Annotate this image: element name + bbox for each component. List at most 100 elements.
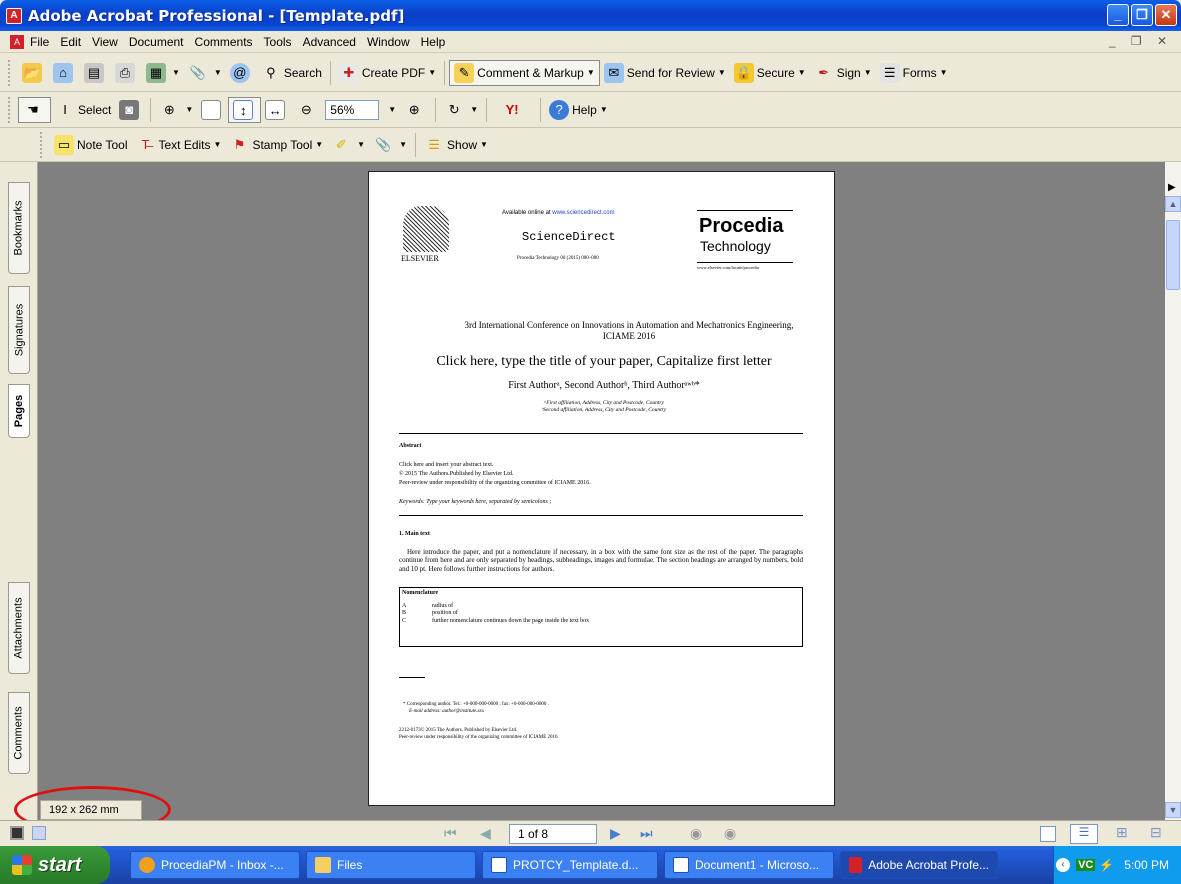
pages-button[interactable]: ▦ ▼ xyxy=(142,60,184,86)
separator xyxy=(150,97,152,122)
create-pdf-button[interactable]: ✚ Create PDF ▼ xyxy=(335,60,440,86)
menu-advanced[interactable]: Advanced xyxy=(303,35,356,49)
last-page-icon[interactable]: ⏭ xyxy=(640,825,653,843)
attach-file-button[interactable]: 📎 ▼ xyxy=(369,132,411,158)
mail-icon xyxy=(139,857,155,873)
page-view-icon[interactable] xyxy=(32,826,46,840)
sciencedirect-link[interactable]: www.sciencedirect.com xyxy=(552,210,614,216)
affiliation-2: ᵇSecond affiliation, Address, City and P… xyxy=(541,407,667,413)
open-button[interactable]: 📂 xyxy=(18,60,49,86)
pane-arrow-icon[interactable]: ▶ xyxy=(1168,182,1176,193)
scroll-up-button[interactable]: ▲ xyxy=(1165,196,1181,212)
organizer-button[interactable]: ⌂ xyxy=(49,60,80,86)
separator xyxy=(486,97,488,122)
snapshot-button[interactable]: ◙ xyxy=(115,97,146,123)
print-button[interactable]: ⎙ xyxy=(111,60,142,86)
nom-symbol: C xyxy=(402,617,407,624)
tab-bookmarks[interactable]: Bookmarks xyxy=(8,182,30,274)
toolbar-grip[interactable] xyxy=(40,131,44,158)
continuous-icon[interactable]: ☰ xyxy=(1070,824,1098,844)
network-icon[interactable]: ⚡ xyxy=(1099,858,1114,872)
scroll-thumb[interactable] xyxy=(1166,220,1180,290)
forms-label: Forms xyxy=(902,65,937,80)
next-page-icon[interactable]: ▶ xyxy=(610,825,621,843)
stamp-tool-button[interactable]: ⚑ Stamp Tool ▼ xyxy=(225,132,327,158)
pdf-page[interactable]: ELSEVIER Available online at www.science… xyxy=(368,171,835,806)
copyright: © 2015 The Authors.Published by Elsevier… xyxy=(399,471,514,477)
forms-button[interactable]: ☰ Forms ▼ xyxy=(876,60,952,86)
zoom-level-input[interactable]: 56% xyxy=(325,99,380,120)
zoom-in-button[interactable]: ⊕ xyxy=(400,97,431,123)
task-label: Adobe Acrobat Profe... xyxy=(868,858,989,872)
fit-page-button[interactable]: ↕ xyxy=(228,96,262,123)
comment-markup-button[interactable]: ✎ Comment & Markup ▼ xyxy=(449,59,600,86)
search-button[interactable]: ⚲ Search xyxy=(257,60,326,86)
next-view-icon[interactable]: ◉ xyxy=(724,825,736,843)
pages-label: Pages xyxy=(13,394,26,428)
send-review-button[interactable]: ✉ Send for Review ▼ xyxy=(600,60,730,86)
sign-button[interactable]: ✒ Sign ▼ xyxy=(810,60,876,86)
minimize-button[interactable]: _ xyxy=(1107,4,1129,26)
menu-document[interactable]: Document xyxy=(129,35,184,49)
page-number-field[interactable]: 1 of 8 xyxy=(509,824,597,844)
task-protcy-template[interactable]: PROTCY_Template.d... xyxy=(482,851,658,879)
attach-button[interactable]: 📎 ▼ xyxy=(184,60,226,86)
secure-button[interactable]: 🔒 Secure ▼ xyxy=(730,60,810,86)
system-tray: ‹ VC ⚡ 5:00 PM xyxy=(1053,846,1181,884)
task-label: Files xyxy=(337,858,363,872)
scroll-down-button[interactable]: ▼ xyxy=(1165,802,1181,818)
task-adobe-acrobat[interactable]: Adobe Acrobat Profe... xyxy=(840,851,998,879)
tab-comments[interactable]: Comments xyxy=(8,692,30,774)
select-tool-button[interactable]: I Select xyxy=(51,97,115,123)
facing-icon[interactable]: ⊞ xyxy=(1116,824,1128,841)
menu-edit[interactable]: Edit xyxy=(60,35,81,49)
close-button[interactable]: ✕ xyxy=(1155,4,1177,26)
camera-icon: ◙ xyxy=(119,99,140,120)
note-tool-button[interactable]: ▭ Note Tool xyxy=(50,132,131,158)
previous-view-icon[interactable]: ◉ xyxy=(690,825,702,843)
menu-help[interactable]: Help xyxy=(421,35,446,49)
zoom-tool-button[interactable]: ⊕ ▼ xyxy=(155,97,197,123)
zoom-out-button[interactable]: ⊖ xyxy=(292,97,323,123)
text-edits-button[interactable]: T̶ Text Edits ▼ xyxy=(131,132,225,158)
task-document1[interactable]: Document1 - Microso... xyxy=(664,851,834,879)
menu-file[interactable]: File xyxy=(30,35,49,49)
actual-size-button[interactable] xyxy=(197,97,228,123)
rotate-view-button[interactable]: ↻ ▼ xyxy=(440,97,482,123)
document-icon[interactable]: A xyxy=(10,34,24,49)
display-icon[interactable] xyxy=(10,826,24,840)
menu-view[interactable]: View xyxy=(92,35,118,49)
task-procedia-inbox[interactable]: ProcediaPM - Inbox -... xyxy=(130,851,300,879)
continuous-facing-icon[interactable]: ⊟ xyxy=(1150,824,1162,841)
email-button[interactable]: @ xyxy=(226,60,257,86)
tab-attachments[interactable]: Attachments xyxy=(8,582,30,674)
start-button[interactable]: start xyxy=(0,846,110,884)
toolbar-grip[interactable] xyxy=(8,59,12,86)
yahoo-button[interactable]: Y! xyxy=(491,97,536,123)
menu-tools[interactable]: Tools xyxy=(264,35,292,49)
highlight-button[interactable]: ✐ ▼ xyxy=(327,132,369,158)
first-page-icon[interactable]: ⏮ xyxy=(444,825,457,843)
save-button[interactable]: ▤ xyxy=(80,60,111,86)
task-files[interactable]: Files xyxy=(306,851,476,879)
vertical-scrollbar[interactable]: ▶ ▲ ▼ xyxy=(1165,162,1181,820)
show-button[interactable]: ☰ Show ▼ xyxy=(420,132,492,158)
help-button[interactable]: ? Help ▼ xyxy=(545,97,612,123)
document-window-controls[interactable]: _ ❐ ✕ xyxy=(1109,34,1173,48)
toolbar-grip[interactable] xyxy=(8,96,12,123)
menu-window[interactable]: Window xyxy=(367,35,410,49)
single-page-icon[interactable] xyxy=(1040,826,1056,842)
clock[interactable]: 5:00 PM xyxy=(1124,858,1169,872)
menu-comments[interactable]: Comments xyxy=(195,35,253,49)
hand-tool-button[interactable]: ☚ xyxy=(18,96,51,123)
text-edits-icon: T̶ xyxy=(141,136,150,152)
tab-signatures[interactable]: Signatures xyxy=(8,286,30,374)
antivirus-icon[interactable]: VC xyxy=(1076,859,1096,871)
maximize-button[interactable]: ❐ xyxy=(1131,4,1153,26)
tab-pages[interactable]: Pages xyxy=(8,384,30,438)
zoom-dropdown[interactable]: ▼ xyxy=(381,97,400,123)
title-bar[interactable]: A Adobe Acrobat Professional - [Template… xyxy=(0,0,1181,31)
tray-expand-icon[interactable]: ‹ xyxy=(1056,858,1071,872)
fit-width-button[interactable]: ↔ xyxy=(261,97,292,123)
previous-page-icon[interactable]: ◀ xyxy=(480,825,491,843)
